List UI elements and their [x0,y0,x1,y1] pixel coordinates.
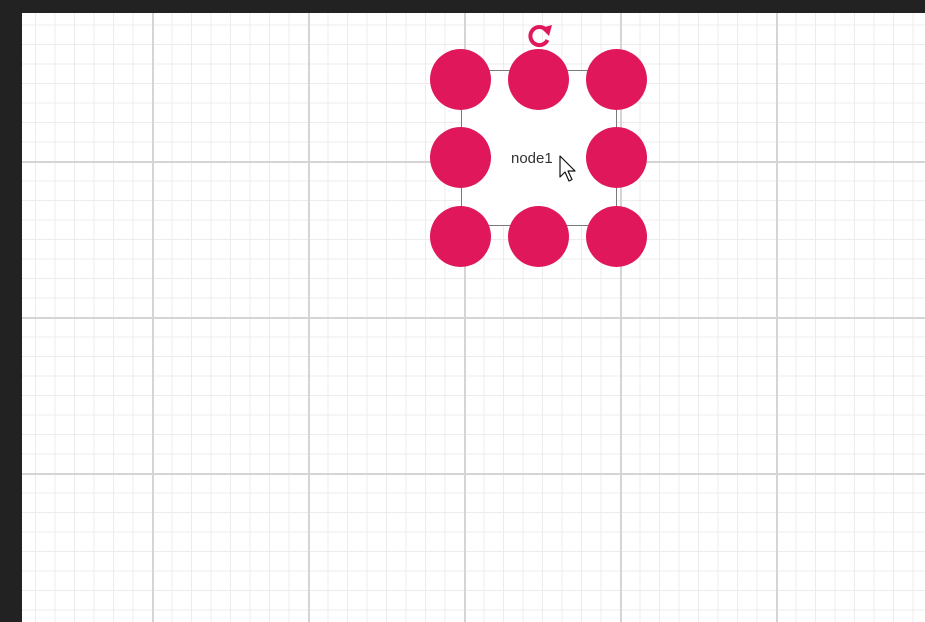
mouse-pointer-icon [559,155,576,182]
resize-handle-bottom-center[interactable] [508,206,569,267]
resize-handle-middle-right[interactable] [586,127,647,188]
node-label: node1 [511,150,553,167]
diagram-canvas[interactable]: node1 [22,13,925,622]
resize-handle-middle-left[interactable] [430,127,491,188]
rotate-icon[interactable] [525,21,555,51]
resize-handle-bottom-left[interactable] [430,206,491,267]
resize-handle-top-right[interactable] [586,49,647,110]
resize-handle-top-center[interactable] [508,49,569,110]
app-frame: node1 [0,0,925,622]
resize-handle-bottom-right[interactable] [586,206,647,267]
resize-handle-top-left[interactable] [430,49,491,110]
